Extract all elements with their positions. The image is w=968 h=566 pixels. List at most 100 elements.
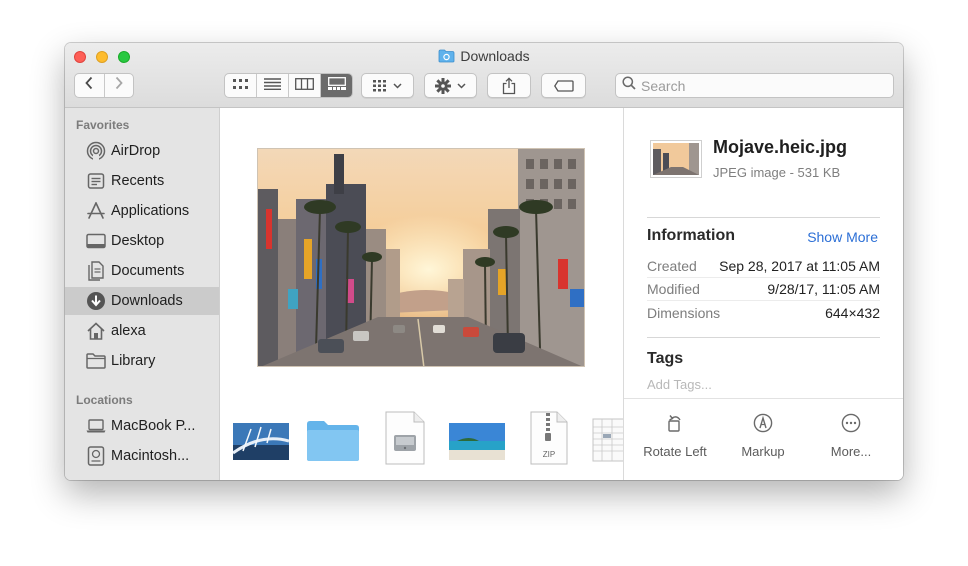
info-key: Dimensions — [647, 304, 721, 321]
sidebar-item-applications[interactable]: Applications — [65, 197, 219, 225]
sidebar: Favorites AirDrop Recents Applications D… — [65, 108, 220, 480]
info-value: 644×432 — [825, 304, 880, 321]
tag-icon — [553, 79, 574, 92]
zip-label: ZIP — [542, 450, 556, 459]
show-more-link[interactable]: Show More — [807, 229, 878, 245]
action-label: Markup — [741, 444, 785, 459]
column-view-button[interactable] — [289, 74, 321, 97]
icon-view-button[interactable] — [225, 74, 257, 97]
search-icon — [622, 76, 636, 95]
thumbnail-disk-image[interactable] — [384, 411, 426, 465]
thumbnail-spreadsheet[interactable] — [592, 418, 623, 462]
sidebar-item-label: Library — [111, 353, 156, 369]
laptop-icon — [85, 415, 107, 437]
rotate-left-button[interactable]: Rotate Left — [630, 413, 720, 459]
group-by-button[interactable] — [361, 73, 414, 98]
sidebar-item-label: Documents — [111, 263, 185, 279]
recents-icon — [85, 170, 107, 192]
sidebar-item-label: Recents — [111, 173, 165, 189]
thumbnail-zip-archive[interactable]: ZIP — [529, 411, 569, 465]
markup-button[interactable]: Markup — [718, 413, 808, 459]
file-name: Mojave.heic.jpg — [713, 137, 848, 157]
sidebar-item-label: Desktop — [111, 233, 165, 249]
finder-window: Downloads Search Favorites AirDrop Recen… — [65, 43, 903, 480]
chevron-left-icon — [84, 76, 94, 95]
folder-icon — [438, 49, 455, 66]
markup-icon — [753, 413, 773, 438]
sidebar-item-macbook[interactable]: MacBook P... — [65, 412, 219, 440]
nav-buttons — [74, 73, 134, 98]
sidebar-item-alexa[interactable]: alexa — [65, 317, 219, 345]
icon-view-icon — [232, 77, 249, 95]
airdrop-icon — [85, 140, 107, 162]
info-row-created: Created Sep 28, 2017 at 11:05 AM — [647, 255, 880, 278]
action-label: Rotate Left — [643, 444, 707, 459]
gallery-view: ZIP — [220, 108, 623, 480]
sidebar-item-desktop[interactable]: Desktop — [65, 227, 219, 255]
view-mode-control — [224, 73, 353, 98]
folder-icon — [85, 350, 107, 372]
file-thumbnail — [650, 140, 702, 178]
tag-button[interactable] — [541, 73, 586, 98]
list-view-button[interactable] — [257, 74, 289, 97]
share-icon — [502, 76, 516, 95]
rotate-left-icon — [665, 413, 685, 438]
share-button[interactable] — [487, 73, 531, 98]
gallery-view-button[interactable] — [321, 74, 352, 97]
sidebar-section-locations: Locations — [76, 393, 133, 407]
gallery-view-icon — [327, 76, 346, 95]
image-preview[interactable] — [257, 148, 585, 367]
applications-icon — [85, 200, 107, 222]
thumbnail-folder[interactable] — [306, 419, 360, 462]
info-value: 9/28/17, 11:05 AM — [767, 281, 880, 297]
window-title: Downloads — [65, 48, 903, 66]
back-button[interactable] — [75, 74, 105, 97]
column-view-icon — [295, 77, 314, 95]
info-value: Sep 28, 2017 at 11:05 AM — [719, 258, 880, 274]
window-title-text: Downloads — [460, 48, 530, 64]
gear-icon — [434, 77, 468, 94]
action-label: More... — [830, 444, 872, 459]
info-row-modified: Modified 9/28/17, 11:05 AM — [647, 278, 880, 301]
divider — [647, 337, 880, 338]
more-button[interactable]: More... — [806, 413, 896, 459]
info-key: Modified — [647, 281, 700, 297]
group-by-icon — [372, 79, 403, 92]
more-icon — [841, 413, 861, 438]
thumbnail-bridge-image[interactable] — [232, 423, 290, 460]
thumbnail-strip: ZIP — [220, 406, 623, 476]
preview-inspector: Mojave.heic.jpg JPEG image - 531 KB Info… — [623, 108, 903, 480]
tags-title: Tags — [647, 350, 684, 367]
downloads-icon — [85, 290, 107, 312]
list-view-icon — [264, 77, 281, 95]
sidebar-item-documents[interactable]: Documents — [65, 257, 219, 285]
sidebar-item-airdrop[interactable]: AirDrop — [65, 137, 219, 165]
sidebar-item-label: MacBook P... — [111, 418, 196, 434]
sidebar-item-label: AirDrop — [111, 143, 161, 159]
forward-button[interactable] — [105, 74, 134, 97]
thumbnail-beach-image[interactable] — [449, 423, 505, 460]
sidebar-item-library[interactable]: Library — [65, 347, 219, 375]
home-icon — [85, 320, 107, 342]
desktop-icon — [85, 230, 107, 252]
sidebar-item-macintosh-hd[interactable]: Macintosh... — [65, 442, 219, 470]
divider — [647, 217, 880, 218]
chevron-right-icon — [114, 76, 124, 95]
add-tags-field[interactable]: Add Tags... — [647, 377, 712, 392]
action-menu-button[interactable] — [424, 73, 477, 98]
documents-icon — [85, 260, 107, 282]
sidebar-item-label: Downloads — [111, 293, 183, 309]
search-input[interactable] — [641, 77, 881, 94]
quick-actions: Rotate Left Markup More... — [624, 398, 903, 480]
sidebar-item-label: Macintosh... — [111, 448, 190, 464]
sidebar-section-favorites: Favorites — [76, 118, 130, 132]
information-title: Information — [647, 227, 735, 244]
sidebar-item-label: Applications — [111, 203, 190, 219]
toolbar: Downloads — [65, 43, 903, 108]
sidebar-item-downloads[interactable]: Downloads — [65, 287, 219, 315]
sidebar-item-label: alexa — [111, 323, 146, 339]
file-type: JPEG image - 531 KB — [713, 165, 841, 180]
search-field[interactable] — [615, 73, 894, 98]
sidebar-item-recents[interactable]: Recents — [65, 167, 219, 195]
info-key: Created — [647, 258, 697, 274]
